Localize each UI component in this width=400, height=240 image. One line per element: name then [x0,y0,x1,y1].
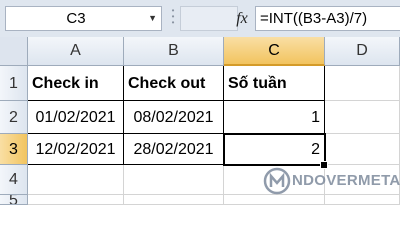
insert-function-button[interactable]: fx [231,6,253,31]
name-box-value: C3 [66,10,86,27]
grip-dots-icon[interactable]: • • • [171,7,175,28]
select-all-corner[interactable] [0,37,28,66]
watermark-text: NDOVERMETAL [292,172,400,189]
cell-c5[interactable] [224,195,325,205]
cell-a3[interactable]: 12/02/2021 [28,134,124,165]
column-header-d[interactable]: D [325,37,400,66]
row-header-3[interactable]: 3 [0,134,28,165]
cell-b1[interactable]: Check out [124,66,224,101]
cell-a4[interactable] [28,165,124,195]
formula-text: =INT((B3-A3)/7) [260,10,368,27]
watermark: NDOVERMETAL [262,166,400,196]
cell-a2[interactable]: 01/02/2021 [28,101,124,134]
cell-a1[interactable]: Check in [28,66,124,101]
column-header-b[interactable]: B [124,37,224,66]
row-header-5[interactable]: 5 [0,195,28,205]
row-header-4[interactable]: 4 [0,165,28,195]
cell-b4[interactable] [124,165,224,195]
cell-d2[interactable] [325,101,400,134]
cell-d1[interactable] [325,66,400,101]
formula-input[interactable]: =INT((B3-A3)/7) [255,6,400,31]
cell-c1[interactable]: Số tuần [224,66,325,101]
row-header-2[interactable]: 2 [0,101,28,134]
watermark-logo-icon [263,167,291,195]
column-header-c[interactable]: C [224,37,325,66]
chevron-down-icon[interactable]: ▼ [148,7,157,30]
cell-b3[interactable]: 28/02/2021 [124,134,224,165]
name-box[interactable]: C3 ▼ [5,6,162,31]
cell-c3[interactable]: 2 [224,134,325,165]
row-header-1[interactable]: 1 [0,66,28,101]
cell-d3[interactable] [325,134,400,165]
cell-b5[interactable] [124,195,224,205]
formula-buttons-area [180,6,238,31]
cell-a5[interactable] [28,195,124,205]
cell-d5[interactable] [325,195,400,205]
column-header-a[interactable]: A [28,37,124,66]
formula-bar: C3 ▼ • • • fx =INT((B3-A3)/7) [0,0,400,38]
cell-b2[interactable]: 08/02/2021 [124,101,224,134]
cell-c2[interactable]: 1 [224,101,325,134]
